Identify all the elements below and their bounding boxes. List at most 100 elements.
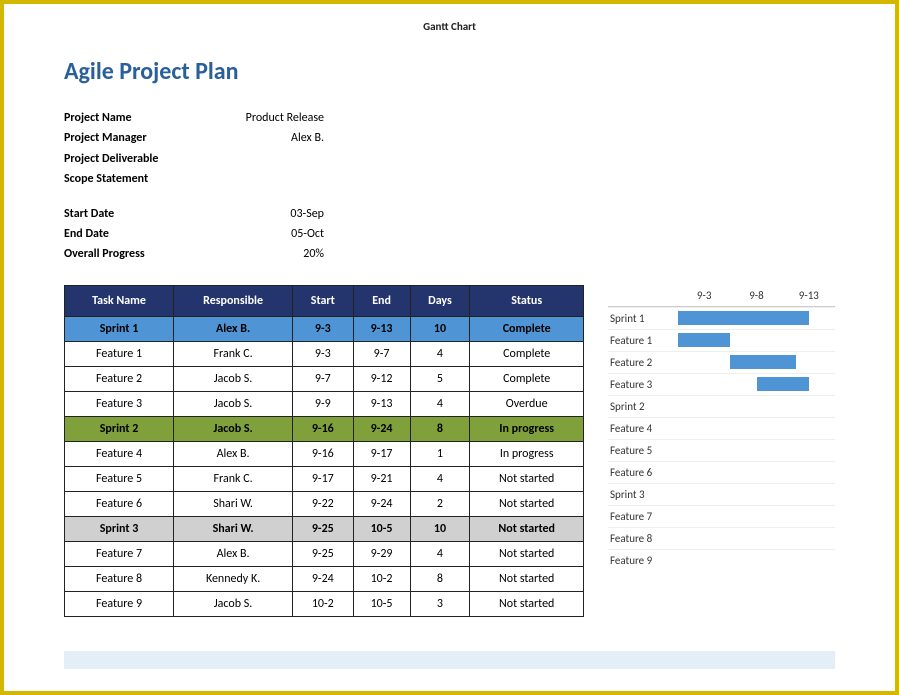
cell-start: 9-9	[293, 391, 354, 416]
cell-end: 9-12	[353, 366, 410, 391]
overall-progress-label: Overall Progress	[64, 244, 204, 264]
cell-task: Feature 6	[65, 491, 174, 516]
task-table-head: Task Name Responsible Start End Days Sta…	[65, 285, 584, 316]
cell-end: 10-2	[353, 566, 410, 591]
cell-resp: Frank C.	[174, 341, 293, 366]
start-date-label: Start Date	[64, 204, 204, 224]
cell-start: 9-17	[293, 466, 354, 491]
gantt-bars	[678, 333, 835, 347]
gantt-bars	[678, 399, 835, 413]
cell-days: 8	[410, 566, 470, 591]
cell-days: 10	[410, 316, 470, 341]
project-manager-label: Project Manager	[64, 128, 204, 148]
gantt-row: Feature 9	[608, 549, 835, 571]
gantt-bars	[678, 421, 835, 435]
gantt-row-label: Sprint 2	[608, 400, 678, 413]
cell-end: 9-7	[353, 341, 410, 366]
cell-start: 9-25	[293, 541, 354, 566]
gantt-bars	[678, 465, 835, 479]
gantt-bar	[730, 355, 795, 369]
cell-start: 9-3	[293, 341, 354, 366]
cell-end: 10-5	[353, 591, 410, 616]
gantt-chart: 9-3 9-8 9-13 Sprint 1 Feature 1 Feature 2 F…	[608, 285, 835, 571]
cell-task: Feature 3	[65, 391, 174, 416]
cell-start: 9-22	[293, 491, 354, 516]
end-date-label: End Date	[64, 224, 204, 244]
cell-task: Feature 7	[65, 541, 174, 566]
gantt-row: Sprint 1	[608, 307, 835, 329]
gantt-row-label: Sprint 3	[608, 488, 678, 501]
gantt-bar	[678, 333, 730, 347]
col-end: End	[353, 285, 410, 316]
cell-task: Sprint 2	[65, 416, 174, 441]
gantt-bars	[678, 355, 835, 369]
cell-days: 10	[410, 516, 470, 541]
cell-status: Complete	[470, 316, 584, 341]
gantt-row: Feature 7	[608, 505, 835, 527]
cell-start: 9-24	[293, 566, 354, 591]
cell-resp: Shari W.	[174, 491, 293, 516]
table-row: Feature 2Jacob S.9-79-125Complete	[65, 366, 584, 391]
col-days: Days	[410, 285, 470, 316]
cell-status: In progress	[470, 416, 584, 441]
cell-resp: Alex B.	[174, 316, 293, 341]
task-table-body: Sprint 1Alex B.9-39-1310CompleteFeature …	[65, 316, 584, 616]
cell-end: 9-13	[353, 391, 410, 416]
cell-resp: Jacob S.	[174, 391, 293, 416]
gantt-row: Feature 2	[608, 351, 835, 373]
project-name-label: Project Name	[64, 108, 204, 128]
cell-resp: Alex B.	[174, 541, 293, 566]
cell-status: In progress	[470, 441, 584, 466]
cell-task: Feature 1	[65, 341, 174, 366]
table-row: Feature 9Jacob S.10-210-53Not started	[65, 591, 584, 616]
cell-end: 9-17	[353, 441, 410, 466]
cell-task: Sprint 1	[65, 316, 174, 341]
gantt-bars	[678, 553, 835, 567]
col-responsible: Responsible	[174, 285, 293, 316]
gantt-row: Feature 8	[608, 527, 835, 549]
cell-status: Not started	[470, 516, 584, 541]
gantt-row: Feature 3	[608, 373, 835, 395]
gantt-row-label: Feature 6	[608, 466, 678, 479]
gantt-row-label: Sprint 1	[608, 312, 678, 325]
cell-task: Sprint 3	[65, 516, 174, 541]
gantt-row-label: Feature 3	[608, 378, 678, 391]
cell-task: Feature 4	[65, 441, 174, 466]
gantt-bars	[678, 311, 835, 325]
overall-progress-value: 20%	[204, 244, 324, 264]
cell-status: Complete	[470, 341, 584, 366]
table-row: Feature 1Frank C.9-39-74Complete	[65, 341, 584, 366]
scope-statement-label: Scope Statement	[64, 169, 204, 189]
project-meta: Project Name Product Release Project Man…	[64, 108, 835, 190]
cell-resp: Jacob S.	[174, 366, 293, 391]
cell-days: 3	[410, 591, 470, 616]
gantt-tick: 9-13	[783, 285, 835, 306]
gantt-row-label: Feature 1	[608, 334, 678, 347]
cell-days: 4	[410, 341, 470, 366]
gantt-row: Feature 1	[608, 329, 835, 351]
cell-start: 9-7	[293, 366, 354, 391]
cell-task: Feature 2	[65, 366, 174, 391]
cell-status: Not started	[470, 541, 584, 566]
cell-days: 4	[410, 541, 470, 566]
cell-resp: Kennedy K.	[174, 566, 293, 591]
cell-start: 9-16	[293, 416, 354, 441]
cell-days: 5	[410, 366, 470, 391]
gantt-row-label: Feature 8	[608, 532, 678, 545]
project-name-value: Product Release	[204, 108, 324, 128]
cell-end: 9-24	[353, 416, 410, 441]
table-row: Sprint 3Shari W.9-2510-510Not started	[65, 516, 584, 541]
cell-status: Complete	[470, 366, 584, 391]
col-task-name: Task Name	[65, 285, 174, 316]
table-row: Feature 6Shari W.9-229-242Not started	[65, 491, 584, 516]
cell-status: Not started	[470, 491, 584, 516]
cell-resp: Alex B.	[174, 441, 293, 466]
gantt-header: 9-3 9-8 9-13	[608, 285, 835, 307]
scope-statement-value	[204, 169, 324, 189]
cell-end: 9-21	[353, 466, 410, 491]
gantt-row-label: Feature 7	[608, 510, 678, 523]
page-container: Gantt Chart Agile Project Plan Project N…	[0, 0, 899, 695]
cell-days: 1	[410, 441, 470, 466]
cell-days: 2	[410, 491, 470, 516]
doc-title: Gantt Chart	[64, 20, 835, 33]
